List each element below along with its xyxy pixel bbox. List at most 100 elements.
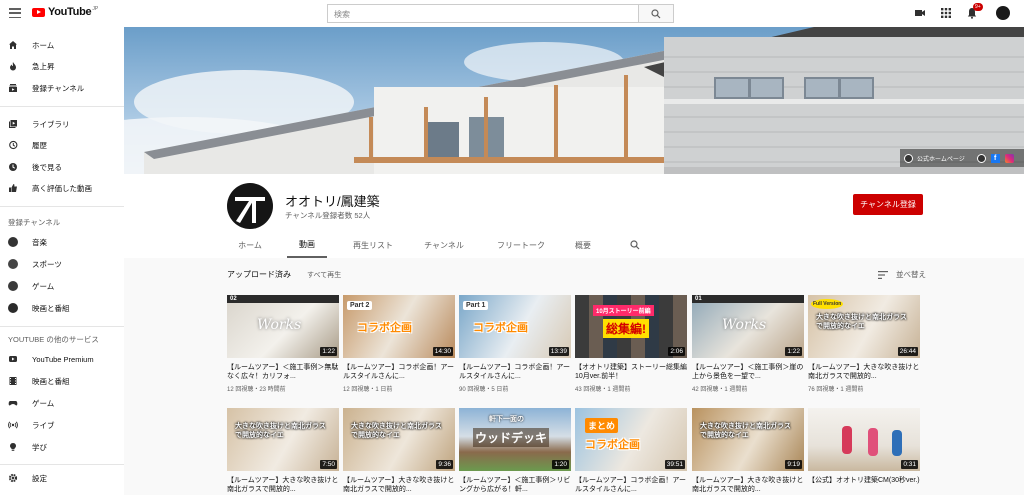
instagram-icon[interactable] [1004, 153, 1014, 163]
sidebar-item-movies[interactable]: 映画と番組 [0, 298, 124, 318]
thumbnail-badge: 02 [230, 296, 237, 302]
video-card[interactable]: 軒下一面の ウッドデッキ 1:20 【ルームツアー】＜施工事例＞リビングから広が… [459, 408, 571, 494]
video-title[interactable]: 【ルームツアー】コラボ企画！アールスタイルさんに... [343, 363, 455, 381]
search-button[interactable] [639, 4, 674, 23]
channel-header: オオトリ/鳳建築 チャンネル登録者数 52人 チャンネル登録 ホーム 動画 再生… [124, 174, 1024, 258]
video-thumbnail[interactable]: 01 Works 1:22 [692, 295, 804, 358]
youtube-play-icon [32, 7, 45, 17]
video-title[interactable]: 【ルームツアー】大きな吹き抜けと南北ガラスで開放的... [227, 476, 339, 494]
sidebar-item-live[interactable]: ライブ [0, 415, 124, 435]
sort-button[interactable]: 並べ替え [878, 269, 926, 280]
video-title[interactable]: 【ルームツアー】コラボ企画！アールスタイルさんに... [459, 363, 571, 381]
video-thumbnail[interactable]: 10月ストーリー前編 総集編! 2:06 [575, 295, 687, 358]
play-all-link[interactable]: すべて再生 [307, 270, 341, 280]
sidebar: ホーム 急上昇 登録チャンネル ライブラリ 履歴 後で見る 高く評価した動画 登… [0, 27, 124, 495]
video-thumbnail[interactable]: 軒下一面の ウッドデッキ 1:20 [459, 408, 571, 471]
sidebar-item-settings[interactable]: 設定 [0, 468, 124, 488]
menu-icon[interactable] [9, 8, 21, 18]
sidebar-item-sports[interactable]: スポーツ [0, 254, 124, 274]
tab-home[interactable]: ホーム [227, 232, 273, 258]
video-title[interactable]: 【ルームツアー】大きな吹き抜けと南北ガラスで開放的... [808, 363, 920, 381]
tab-about[interactable]: 概要 [569, 232, 597, 258]
trending-icon [8, 61, 18, 71]
sidebar-divider [0, 106, 124, 107]
video-title[interactable]: 【オオトリ建築】ストーリー総集編10月ver.前半！ [575, 363, 687, 381]
channel-avatar[interactable] [227, 183, 273, 229]
create-video-icon[interactable] [914, 7, 926, 19]
video-card[interactable]: Part 1 コラボ企画 13:39 【ルームツアー】コラボ企画！アールスタイル… [459, 295, 571, 393]
tab-playlists[interactable]: 再生リスト [345, 232, 401, 258]
video-meta: 12 回視聴・1 日前 [343, 387, 393, 393]
sidebar-item-movies-shows[interactable]: 映画と番組 [0, 371, 124, 391]
sidebar-item-history[interactable]: 履歴 [0, 135, 124, 155]
sidebar-item-home[interactable]: ホーム [0, 35, 124, 55]
video-title[interactable]: 【ルームツアー】大きな吹き抜けと南北ガラスで開放的... [343, 476, 455, 494]
video-thumbnail[interactable]: まとめ コラボ企画 39:51 [575, 408, 687, 471]
video-duration: 0:31 [901, 460, 918, 469]
thumbnail-title: Works [257, 317, 302, 333]
sidebar-item-premium[interactable]: YouTube Premium [0, 349, 124, 369]
video-card[interactable]: Full Version 大きな吹き抜けと南北ガラスで開放的なイエ 26:44 … [808, 295, 920, 393]
search-input[interactable]: 検索 [327, 4, 639, 23]
thumbnail-title: 大きな吹き抜けと南北ガラスで開放的なイエ [816, 314, 907, 330]
website-link[interactable]: 公式ホームページ [917, 154, 965, 163]
video-card[interactable]: 02 Works 1:22 【ルームツアー】＜施工事例＞無駄なく広々！カリフォ.… [227, 295, 339, 393]
tab-channels[interactable]: チャンネル [417, 232, 471, 258]
apps-icon[interactable] [940, 7, 952, 19]
video-card[interactable]: Part 2 コラボ企画 14:30 【ルームツアー】コラボ企画！アールスタイル… [343, 295, 455, 393]
tab-videos[interactable]: 動画 [287, 232, 327, 258]
premium-icon [8, 354, 18, 364]
sidebar-item-music[interactable]: 音楽 [0, 232, 124, 252]
tab-discussion[interactable]: フリートーク [491, 232, 551, 258]
video-thumbnail[interactable]: 02 Works 1:22 [227, 295, 339, 358]
video-title[interactable]: 【ルームツアー】コラボ企画！アールスタイルさんに... [575, 476, 687, 494]
sidebar-item-label: 後で見る [32, 162, 62, 172]
video-card[interactable]: まとめ コラボ企画 39:51 【ルームツアー】コラボ企画！アールスタイルさんに… [575, 408, 687, 494]
thumbnail-badge: 01 [695, 296, 702, 302]
thumbnail-badge: 10月ストーリー前編 [593, 305, 654, 316]
video-title[interactable]: 【ルームツアー】＜施工事例＞崖の上から景色を一望で... [692, 363, 804, 381]
sports-icon [8, 259, 18, 269]
channel-logo-icon [235, 197, 265, 223]
website-icon-2[interactable] [976, 153, 986, 163]
sidebar-item-gaming-service[interactable]: ゲーム [0, 393, 124, 413]
video-title[interactable]: 【ルームツアー】大きな吹き抜けと南北ガラスで開放的... [692, 476, 804, 494]
video-card[interactable]: 10月ストーリー前編 総集編! 2:06 【オオトリ建築】ストーリー総集編10月… [575, 295, 687, 393]
video-thumbnail[interactable]: 0:31 [808, 408, 920, 471]
thumbnail-title: コラボ企画 [585, 439, 640, 451]
facebook-icon[interactable]: f [990, 153, 1000, 163]
sidebar-divider [0, 326, 124, 327]
video-thumbnail[interactable]: Full Version 大きな吹き抜けと南北ガラスで開放的なイエ 26:44 [808, 295, 920, 358]
sidebar-item-label: ゲーム [32, 281, 55, 291]
video-card[interactable]: 大きな吹き抜けと南北ガラスで開放的なイエ 9:19 【ルームツアー】大きな吹き抜… [692, 408, 804, 494]
video-card[interactable]: 大きな吹き抜けと南北ガラスで開放的なイエ 7:50 【ルームツアー】大きな吹き抜… [227, 408, 339, 494]
thumbnail-title: 大きな吹き抜けと南北ガラスで開放的なイエ [700, 423, 791, 439]
like-icon [8, 183, 18, 193]
sidebar-item-library[interactable]: ライブラリ [0, 114, 124, 134]
sidebar-item-watch-later[interactable]: 後で見る [0, 157, 124, 177]
video-card[interactable]: 大きな吹き抜けと南北ガラスで開放的なイエ 9:36 【ルームツアー】大きな吹き抜… [343, 408, 455, 494]
subscriber-count: チャンネル登録者数 52人 [285, 211, 371, 220]
youtube-logo[interactable]: YouTube JP [32, 6, 98, 18]
subscribe-button[interactable]: チャンネル登録 [853, 194, 923, 215]
video-card[interactable]: 0:31 【公式】オオトリ建築CM(30秒ver.) [808, 408, 920, 494]
video-title[interactable]: 【ルームツアー】＜施工事例＞リビングから広がる！軒... [459, 476, 571, 494]
sidebar-item-gaming[interactable]: ゲーム [0, 276, 124, 296]
channel-search-button[interactable] [625, 232, 645, 258]
account-avatar[interactable] [996, 6, 1010, 20]
sidebar-item-subscriptions[interactable]: 登録チャンネル [0, 78, 124, 98]
video-thumbnail[interactable]: 大きな吹き抜けと南北ガラスで開放的なイエ 9:36 [343, 408, 455, 471]
video-thumbnail[interactable]: Part 1 コラボ企画 13:39 [459, 295, 571, 358]
sidebar-item-liked-videos[interactable]: 高く評価した動画 [0, 178, 124, 198]
sidebar-item-learning[interactable]: 学び [0, 437, 124, 457]
video-card[interactable]: 01 Works 1:22 【ルームツアー】＜施工事例＞崖の上から景色を一望で.… [692, 295, 804, 393]
video-title[interactable]: 【公式】オオトリ建築CM(30秒ver.) [808, 476, 920, 494]
music-icon [8, 237, 18, 247]
video-title[interactable]: 【ルームツアー】＜施工事例＞無駄なく広々！カリフォ... [227, 363, 339, 381]
video-thumbnail[interactable]: 大きな吹き抜けと南北ガラスで開放的なイエ 7:50 [227, 408, 339, 471]
video-thumbnail[interactable]: Part 2 コラボ企画 14:30 [343, 295, 455, 358]
sidebar-item-label: ホーム [32, 40, 55, 50]
video-thumbnail[interactable]: 大きな吹き抜けと南北ガラスで開放的なイエ 9:19 [692, 408, 804, 471]
sidebar-item-trending[interactable]: 急上昇 [0, 56, 124, 76]
learning-icon [8, 442, 18, 452]
